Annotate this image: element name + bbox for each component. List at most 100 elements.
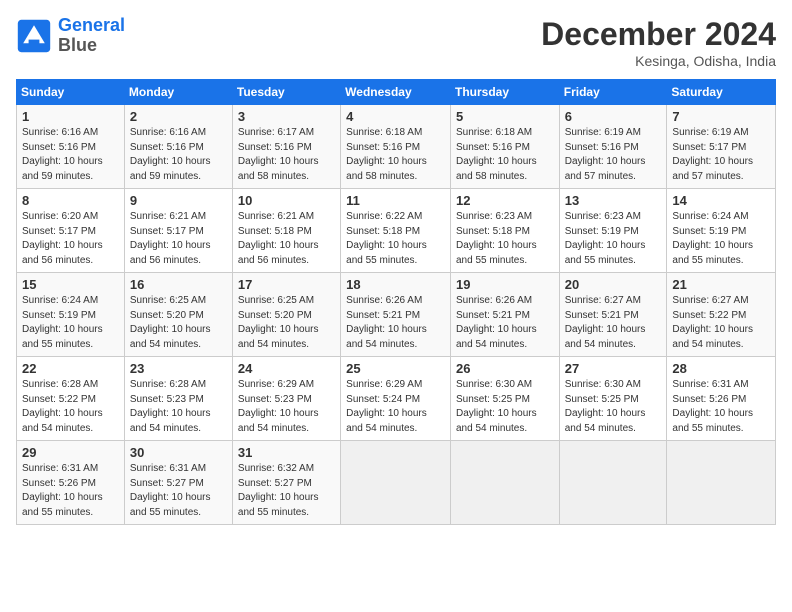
day-cell-13: 13 Sunrise: 6:23 AM Sunset: 5:19 PM Dayl…	[559, 189, 667, 273]
title-block: December 2024 Kesinga, Odisha, India	[541, 16, 776, 69]
day-info: Sunrise: 6:19 AM Sunset: 5:17 PM Dayligh…	[672, 126, 770, 184]
day-cell-23: 23 Sunrise: 6:28 AM Sunset: 5:23 PM Dayl…	[124, 357, 232, 441]
day-info: Sunrise: 6:24 AM Sunset: 5:19 PM Dayligh…	[672, 210, 770, 268]
day-number: 31	[238, 445, 335, 460]
month-title: December 2024	[541, 16, 776, 53]
day-number: 2	[130, 109, 227, 124]
day-cell-26: 26 Sunrise: 6:30 AM Sunset: 5:25 PM Dayl…	[450, 357, 559, 441]
day-number: 24	[238, 361, 335, 376]
day-number: 7	[672, 109, 770, 124]
day-info: Sunrise: 6:30 AM Sunset: 5:25 PM Dayligh…	[565, 378, 662, 436]
day-number: 14	[672, 193, 770, 208]
col-monday: Monday	[124, 80, 232, 105]
day-number: 27	[565, 361, 662, 376]
day-info: Sunrise: 6:28 AM Sunset: 5:23 PM Dayligh…	[130, 378, 227, 436]
day-cell-2: 2 Sunrise: 6:16 AM Sunset: 5:16 PM Dayli…	[124, 105, 232, 189]
day-number: 3	[238, 109, 335, 124]
day-number: 16	[130, 277, 227, 292]
day-info: Sunrise: 6:16 AM Sunset: 5:16 PM Dayligh…	[22, 126, 119, 184]
day-cell-30: 30 Sunrise: 6:31 AM Sunset: 5:27 PM Dayl…	[124, 441, 232, 525]
day-number: 22	[22, 361, 119, 376]
col-sunday: Sunday	[17, 80, 125, 105]
day-number: 21	[672, 277, 770, 292]
day-cell-14: 14 Sunrise: 6:24 AM Sunset: 5:19 PM Dayl…	[667, 189, 776, 273]
day-info: Sunrise: 6:32 AM Sunset: 5:27 PM Dayligh…	[238, 462, 335, 520]
day-cell-8: 8 Sunrise: 6:20 AM Sunset: 5:17 PM Dayli…	[17, 189, 125, 273]
day-info: Sunrise: 6:25 AM Sunset: 5:20 PM Dayligh…	[130, 294, 227, 352]
day-cell-6: 6 Sunrise: 6:19 AM Sunset: 5:16 PM Dayli…	[559, 105, 667, 189]
day-number: 11	[346, 193, 445, 208]
col-tuesday: Tuesday	[232, 80, 340, 105]
week-row-1: 1 Sunrise: 6:16 AM Sunset: 5:16 PM Dayli…	[17, 105, 776, 189]
week-row-4: 22 Sunrise: 6:28 AM Sunset: 5:22 PM Dayl…	[17, 357, 776, 441]
day-cell-1: 1 Sunrise: 6:16 AM Sunset: 5:16 PM Dayli…	[17, 105, 125, 189]
col-saturday: Saturday	[667, 80, 776, 105]
day-info: Sunrise: 6:18 AM Sunset: 5:16 PM Dayligh…	[456, 126, 554, 184]
logo-text: General Blue	[58, 16, 125, 56]
day-info: Sunrise: 6:21 AM Sunset: 5:18 PM Dayligh…	[238, 210, 335, 268]
day-number: 8	[22, 193, 119, 208]
day-cell-21: 21 Sunrise: 6:27 AM Sunset: 5:22 PM Dayl…	[667, 273, 776, 357]
day-info: Sunrise: 6:25 AM Sunset: 5:20 PM Dayligh…	[238, 294, 335, 352]
day-number: 23	[130, 361, 227, 376]
day-cell-20: 20 Sunrise: 6:27 AM Sunset: 5:21 PM Dayl…	[559, 273, 667, 357]
day-info: Sunrise: 6:21 AM Sunset: 5:17 PM Dayligh…	[130, 210, 227, 268]
day-cell-7: 7 Sunrise: 6:19 AM Sunset: 5:17 PM Dayli…	[667, 105, 776, 189]
day-cell-29: 29 Sunrise: 6:31 AM Sunset: 5:26 PM Dayl…	[17, 441, 125, 525]
day-info: Sunrise: 6:29 AM Sunset: 5:23 PM Dayligh…	[238, 378, 335, 436]
day-number: 18	[346, 277, 445, 292]
logo-icon	[16, 18, 52, 54]
day-cell-11: 11 Sunrise: 6:22 AM Sunset: 5:18 PM Dayl…	[341, 189, 451, 273]
day-info: Sunrise: 6:28 AM Sunset: 5:22 PM Dayligh…	[22, 378, 119, 436]
day-number: 17	[238, 277, 335, 292]
day-number: 10	[238, 193, 335, 208]
week-row-2: 8 Sunrise: 6:20 AM Sunset: 5:17 PM Dayli…	[17, 189, 776, 273]
day-number: 6	[565, 109, 662, 124]
day-number: 4	[346, 109, 445, 124]
empty-cell	[559, 441, 667, 525]
day-number: 1	[22, 109, 119, 124]
day-cell-3: 3 Sunrise: 6:17 AM Sunset: 5:16 PM Dayli…	[232, 105, 340, 189]
day-number: 29	[22, 445, 119, 460]
empty-cell	[450, 441, 559, 525]
logo: General Blue	[16, 16, 125, 56]
calendar-header-row: Sunday Monday Tuesday Wednesday Thursday…	[17, 80, 776, 105]
day-number: 9	[130, 193, 227, 208]
empty-cell	[341, 441, 451, 525]
day-number: 13	[565, 193, 662, 208]
day-number: 15	[22, 277, 119, 292]
week-row-3: 15 Sunrise: 6:24 AM Sunset: 5:19 PM Dayl…	[17, 273, 776, 357]
day-info: Sunrise: 6:27 AM Sunset: 5:21 PM Dayligh…	[565, 294, 662, 352]
day-number: 12	[456, 193, 554, 208]
day-info: Sunrise: 6:16 AM Sunset: 5:16 PM Dayligh…	[130, 126, 227, 184]
day-info: Sunrise: 6:19 AM Sunset: 5:16 PM Dayligh…	[565, 126, 662, 184]
day-number: 28	[672, 361, 770, 376]
day-number: 30	[130, 445, 227, 460]
day-info: Sunrise: 6:20 AM Sunset: 5:17 PM Dayligh…	[22, 210, 119, 268]
location: Kesinga, Odisha, India	[541, 53, 776, 69]
page-header: General Blue December 2024 Kesinga, Odis…	[16, 16, 776, 69]
day-cell-25: 25 Sunrise: 6:29 AM Sunset: 5:24 PM Dayl…	[341, 357, 451, 441]
day-info: Sunrise: 6:22 AM Sunset: 5:18 PM Dayligh…	[346, 210, 445, 268]
day-cell-16: 16 Sunrise: 6:25 AM Sunset: 5:20 PM Dayl…	[124, 273, 232, 357]
col-wednesday: Wednesday	[341, 80, 451, 105]
day-cell-12: 12 Sunrise: 6:23 AM Sunset: 5:18 PM Dayl…	[450, 189, 559, 273]
day-cell-22: 22 Sunrise: 6:28 AM Sunset: 5:22 PM Dayl…	[17, 357, 125, 441]
day-info: Sunrise: 6:31 AM Sunset: 5:26 PM Dayligh…	[22, 462, 119, 520]
day-cell-18: 18 Sunrise: 6:26 AM Sunset: 5:21 PM Dayl…	[341, 273, 451, 357]
day-info: Sunrise: 6:24 AM Sunset: 5:19 PM Dayligh…	[22, 294, 119, 352]
day-cell-15: 15 Sunrise: 6:24 AM Sunset: 5:19 PM Dayl…	[17, 273, 125, 357]
col-friday: Friday	[559, 80, 667, 105]
day-number: 26	[456, 361, 554, 376]
day-info: Sunrise: 6:23 AM Sunset: 5:19 PM Dayligh…	[565, 210, 662, 268]
day-number: 25	[346, 361, 445, 376]
day-info: Sunrise: 6:17 AM Sunset: 5:16 PM Dayligh…	[238, 126, 335, 184]
day-cell-4: 4 Sunrise: 6:18 AM Sunset: 5:16 PM Dayli…	[341, 105, 451, 189]
day-cell-27: 27 Sunrise: 6:30 AM Sunset: 5:25 PM Dayl…	[559, 357, 667, 441]
day-info: Sunrise: 6:29 AM Sunset: 5:24 PM Dayligh…	[346, 378, 445, 436]
day-info: Sunrise: 6:18 AM Sunset: 5:16 PM Dayligh…	[346, 126, 445, 184]
day-cell-19: 19 Sunrise: 6:26 AM Sunset: 5:21 PM Dayl…	[450, 273, 559, 357]
day-info: Sunrise: 6:27 AM Sunset: 5:22 PM Dayligh…	[672, 294, 770, 352]
logo-line1: General	[58, 15, 125, 35]
day-info: Sunrise: 6:30 AM Sunset: 5:25 PM Dayligh…	[456, 378, 554, 436]
